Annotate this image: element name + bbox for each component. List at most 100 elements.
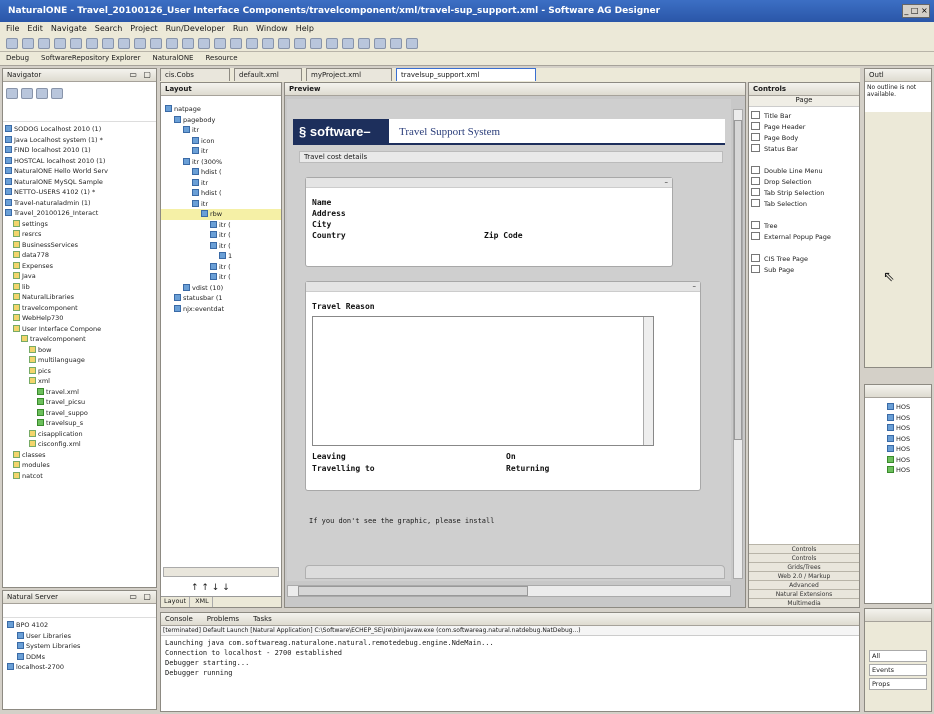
scroll-thumb[interactable] [734,120,742,440]
palette-category[interactable]: Controls [749,544,859,553]
navigator-item[interactable]: cisapplication [3,429,156,440]
preview-vscrollbar[interactable] [733,109,743,579]
navigator-item[interactable]: travelsup_s [3,418,156,429]
navigator-item[interactable]: HOSTCAL localhost 2010 (1) [3,156,156,167]
toolbar-button-icon[interactable] [54,38,66,49]
navigator-item[interactable]: NaturalONE Hello World Serv [3,166,156,177]
editor-tab[interactable]: default.xml [234,68,302,81]
layout-node[interactable]: itr (300% [161,157,281,168]
perspective-1[interactable]: SoftwareRepository Explorer [41,54,140,63]
menu-file[interactable]: File [6,24,19,34]
back-icon[interactable] [6,88,18,99]
palette-item[interactable]: Tree [749,221,859,232]
toolbar-button-icon[interactable] [166,38,178,49]
server-item[interactable]: System Libraries [3,641,156,652]
palette-category[interactable]: Advanced [749,580,859,589]
palette-item[interactable]: Drop Selection [749,177,859,188]
navigator-item[interactable]: travel_picsu [3,397,156,408]
navigator-item[interactable]: Expenses [3,261,156,272]
navigator-item[interactable]: xml [3,376,156,387]
console-tab-tasks[interactable]: Tasks [253,615,272,623]
layout-node[interactable]: rbw [161,209,281,220]
preview-hscrollbar[interactable] [287,585,731,597]
editor-tab[interactable]: cis.Cobs [160,68,230,81]
navigator-item[interactable]: settings [3,219,156,230]
navigator-item[interactable]: lib [3,282,156,293]
toolbar-button-icon[interactable] [214,38,226,49]
palette-category[interactable]: Natural Extensions [749,589,859,598]
navigator-item[interactable]: travelcomponent [3,303,156,314]
menu-run[interactable]: Run [233,24,248,34]
navigator-item[interactable]: travel_suppo [3,408,156,419]
server-item[interactable]: User Libraries [3,631,156,642]
layout-node[interactable]: icon [161,136,281,147]
textarea-scrollbar[interactable] [643,317,653,445]
toolbar-button-icon[interactable] [246,38,258,49]
palette-category[interactable]: Multimedia [749,598,859,607]
toolbar-button-icon[interactable] [358,38,370,49]
navigator-item[interactable]: NaturalLibraries [3,292,156,303]
perspective-0[interactable]: Debug [6,54,29,63]
navigator-item[interactable]: data778 [3,250,156,261]
palette-item[interactable]: CIS Tree Page [749,254,859,265]
navigator-item[interactable]: pics [3,366,156,377]
toolbar-button-icon[interactable] [22,38,34,49]
palette-item[interactable]: Tab Selection [749,199,859,210]
toolbar-button-icon[interactable] [70,38,82,49]
up-icon[interactable] [36,88,48,99]
layout-node[interactable]: itr [161,178,281,189]
navigator-item[interactable]: travelcomponent [3,334,156,345]
navigator-item[interactable]: multilanguage [3,355,156,366]
navigator-item[interactable]: Travel_20100126_Interact [3,208,156,219]
toolbar-button-icon[interactable] [278,38,290,49]
layout-node[interactable]: natpage [161,104,281,115]
server-item[interactable]: DDMs [3,652,156,663]
layout-node[interactable]: itr ( [161,272,281,283]
navigator-item[interactable]: bow [3,345,156,356]
toolbar-button-icon[interactable] [230,38,242,49]
navigator-item[interactable]: User Interface Compone [3,324,156,335]
toolbar-button-icon[interactable] [6,38,18,49]
palette-category[interactable]: Web 2.0 / Markup [749,571,859,580]
toolbar-button-icon[interactable] [294,38,306,49]
toolbar-button-icon[interactable] [198,38,210,49]
navigator-item[interactable]: natcot [3,471,156,482]
layout-node[interactable]: itr ( [161,220,281,231]
palette-item[interactable]: Double Line Menu [749,166,859,177]
travel-reason-textarea[interactable] [312,316,654,446]
palette-item[interactable]: Sub Page [749,265,859,276]
navigator-item[interactable]: WebHelp730 [3,313,156,324]
right-bottom-item[interactable]: Events [869,664,927,676]
toolbar-button-icon[interactable] [134,38,146,49]
toolbar-button-icon[interactable] [310,38,322,49]
panel-controls[interactable]: ▭ ▢ [129,70,153,79]
layout-node[interactable]: itr [161,125,281,136]
console-tab-problems[interactable]: Problems [207,615,239,623]
layout-node[interactable]: itr [161,199,281,210]
navigator-item[interactable]: Java Localhost system (1) * [3,135,156,146]
layout-node[interactable]: njx:eventdat [161,304,281,315]
window-controls[interactable]: _ □ × [902,4,930,18]
menu-edit[interactable]: Edit [27,24,43,34]
layout-arrows[interactable]: ↑ ↑ ↓ ↓ [191,583,230,593]
hscroll-thumb[interactable] [298,586,528,596]
perspective-3[interactable]: Resource [205,54,237,63]
menu-project[interactable]: Project [130,24,157,34]
toolbar-button-icon[interactable] [262,38,274,49]
palette-category[interactable]: Grids/Trees [749,562,859,571]
box-minimize[interactable]: – [306,178,672,188]
layout-node[interactable]: hdist ( [161,167,281,178]
toolbar-button-icon[interactable] [38,38,50,49]
console-tab-console[interactable]: Console [165,615,193,623]
layout-node[interactable]: itr ( [161,262,281,273]
navigator-item[interactable]: cisconfig.xml [3,439,156,450]
toolbar-button-icon[interactable] [86,38,98,49]
palette-item[interactable]: Page Body [749,133,859,144]
navigator-item[interactable]: resrcs [3,229,156,240]
menu-rundeveloper[interactable]: Run/Developer [166,24,225,34]
menu-window[interactable]: Window [256,24,288,34]
layout-node[interactable]: vdist (10) [161,283,281,294]
toolbar-button-icon[interactable] [182,38,194,49]
layout-node[interactable]: hdist ( [161,188,281,199]
layout-hscrollbar[interactable] [163,567,279,577]
